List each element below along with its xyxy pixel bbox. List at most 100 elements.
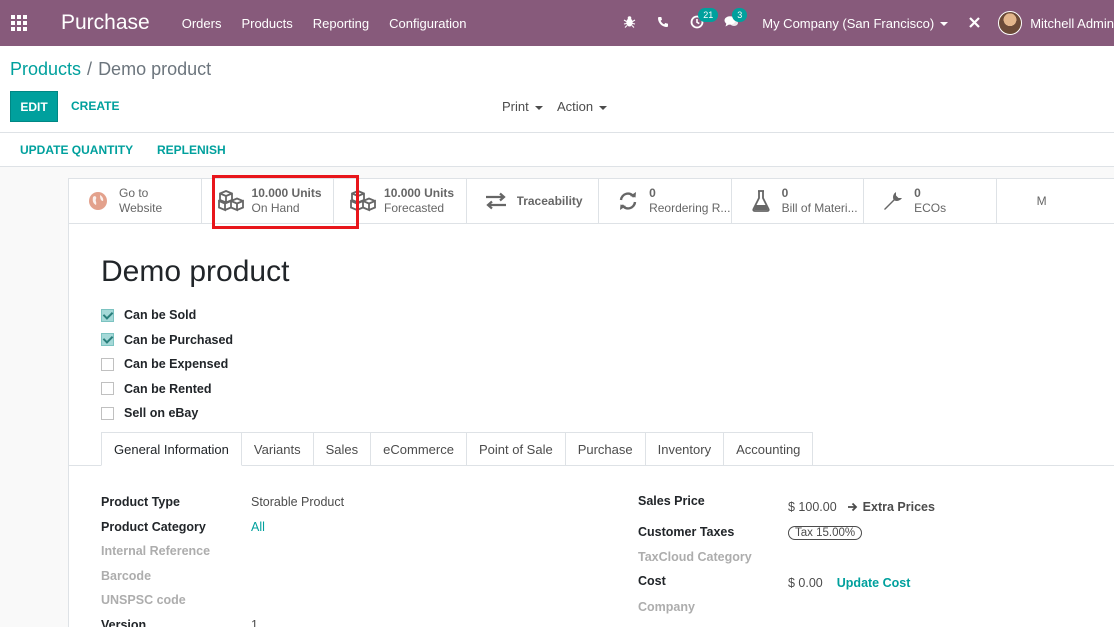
- breadcrumb-current: Demo product: [98, 59, 212, 79]
- bill-of-materials-label: Bill of Materi...: [781, 201, 858, 215]
- flask-icon: [746, 190, 776, 212]
- edit-button[interactable]: EDIT: [10, 91, 58, 122]
- forecasted-value: 10.000 Units: [384, 186, 455, 200]
- can-be-rented-checkbox[interactable]: [101, 382, 114, 396]
- can-be-purchased-checkbox[interactable]: [101, 333, 114, 347]
- replenish-button[interactable]: REPLENISH: [157, 143, 226, 157]
- tab-inventory[interactable]: Inventory: [645, 432, 725, 466]
- tab-general-information[interactable]: General Information: [101, 432, 242, 466]
- version-label: Version: [101, 617, 147, 627]
- breadcrumb-products-link[interactable]: Products: [10, 59, 81, 79]
- can-be-sold-checkbox[interactable]: [101, 308, 114, 322]
- exchange-icon: [481, 192, 511, 210]
- apps-menu-icon[interactable]: [0, 0, 38, 46]
- traceability-button[interactable]: Traceability: [467, 179, 600, 223]
- tab-sales[interactable]: Sales: [313, 432, 372, 466]
- company-name: My Company (San Francisco): [762, 15, 935, 31]
- barcode-label: Barcode: [101, 568, 152, 583]
- tab-point-of-sale[interactable]: Point of Sale: [466, 432, 566, 466]
- chevron-down-icon: [599, 105, 608, 110]
- extra-prices-label: Extra Prices: [862, 500, 935, 514]
- smart-button-label: Website: [119, 201, 163, 215]
- phone-icon[interactable]: [646, 15, 680, 31]
- go-to-website-button[interactable]: Go to Website: [69, 179, 202, 223]
- company-label: Company: [638, 600, 695, 614]
- more-button[interactable]: M: [997, 179, 1114, 223]
- control-panel: Products / Demo product EDIT CREATE Print …: [0, 46, 1114, 133]
- version-row: Version 1: [101, 618, 521, 627]
- general-info-right-column: Sales Price $ 100.00 Extra Prices Customer…: [638, 494, 1098, 625]
- tax-tag[interactable]: Tax 15.00%: [788, 526, 863, 540]
- arrow-right-icon: [847, 502, 857, 512]
- taxcloud-category-label: TaxCloud Category: [638, 549, 752, 564]
- customer-taxes-label: Customer Taxes: [638, 525, 735, 539]
- forecasted-button[interactable]: 10.000 Units Forecasted: [334, 179, 467, 223]
- wrench-icon: [878, 190, 908, 212]
- messages-icon[interactable]: 3: [714, 8, 748, 31]
- bug-icon[interactable]: [612, 15, 646, 31]
- unspsc-code-label: UNSPSC code: [101, 593, 186, 607]
- forecasted-label: Forecasted: [384, 201, 445, 215]
- cost-value: $ 0.00: [788, 576, 823, 590]
- create-button[interactable]: CREATE: [71, 99, 119, 113]
- product-options: Can be Sold Can be Purchased Can be Expe…: [101, 303, 233, 426]
- customer-taxes-row: Customer Taxes Tax 15.00%: [638, 525, 1098, 550]
- menu-products[interactable]: Products: [241, 16, 292, 31]
- print-dropdown[interactable]: Print: [502, 99, 543, 114]
- sell-on-ebay-label: Sell on eBay: [124, 406, 199, 421]
- product-type-label: Product Type: [101, 495, 180, 509]
- cubes-icon: [348, 190, 378, 212]
- can-be-expensed-checkbox[interactable]: [101, 357, 114, 371]
- internal-reference-row: Internal Reference: [101, 544, 521, 569]
- app-title[interactable]: Purchase: [61, 11, 150, 35]
- tab-ecommerce[interactable]: eCommerce: [371, 432, 467, 466]
- customer-taxes-field[interactable]: Tax 15.00%: [788, 525, 863, 540]
- avatar[interactable]: [998, 11, 1023, 35]
- reordering-rules-label: Reordering R...: [649, 201, 731, 215]
- sales-price-label: Sales Price: [638, 494, 705, 508]
- globe-icon: [83, 191, 113, 211]
- smart-button-box: Go to Website 10.000 Units On Hand 10.000 …: [69, 179, 1114, 224]
- product-type-select[interactable]: Storable Product: [251, 495, 344, 509]
- more-label: M: [1036, 193, 1047, 208]
- on-hand-label: On Hand: [251, 201, 300, 215]
- menu-reporting[interactable]: Reporting: [313, 16, 369, 31]
- sales-price-value[interactable]: $ 100.00: [788, 500, 837, 514]
- can-be-expensed-label: Can be Expensed: [124, 357, 229, 372]
- reordering-rules-button[interactable]: 0 Reordering R...: [599, 179, 732, 223]
- cubes-icon: [216, 190, 246, 212]
- internal-reference-label: Internal Reference: [101, 544, 211, 558]
- can-be-sold-row: Can be Sold: [101, 303, 233, 328]
- breadcrumb-separator: /: [87, 59, 93, 79]
- close-icon[interactable]: [960, 13, 988, 34]
- bill-of-materials-button[interactable]: 0 Bill of Materi...: [732, 179, 865, 223]
- product-category-row: Product Category All: [101, 520, 521, 545]
- can-be-expensed-row: Can be Expensed: [101, 352, 233, 377]
- sell-on-ebay-checkbox[interactable]: [101, 406, 114, 420]
- tab-accounting[interactable]: Accounting: [724, 432, 814, 466]
- activity-clock-icon[interactable]: 21: [680, 7, 719, 32]
- tab-purchase[interactable]: Purchase: [565, 432, 646, 466]
- menu-orders[interactable]: Orders: [182, 16, 222, 31]
- top-navbar: Purchase Orders Products Reporting Confi…: [0, 0, 1114, 46]
- update-cost-button[interactable]: Update Cost: [837, 576, 911, 590]
- action-label: Action: [557, 99, 594, 114]
- update-quantity-button[interactable]: UPDATE QUANTITY: [20, 143, 133, 157]
- product-category-label: Product Category: [101, 519, 206, 534]
- sales-price-value-wrap: $ 100.00 Extra Prices: [788, 500, 935, 514]
- on-hand-button[interactable]: 10.000 Units On Hand: [202, 179, 335, 223]
- user-name[interactable]: Mitchell Admin: [1030, 16, 1114, 31]
- tab-variants[interactable]: Variants: [241, 432, 314, 466]
- menu-configuration[interactable]: Configuration: [389, 16, 466, 31]
- company-row: Company: [638, 600, 1098, 625]
- can-be-rented-label: Can be Rented: [124, 381, 212, 396]
- reordering-rules-value: 0: [649, 186, 656, 200]
- extra-prices-button[interactable]: Extra Prices: [847, 500, 935, 514]
- company-switcher[interactable]: My Company (San Francisco): [762, 15, 949, 31]
- product-category-link[interactable]: All: [251, 520, 265, 534]
- refresh-icon: [613, 191, 643, 211]
- product-title[interactable]: Demo product: [101, 255, 289, 289]
- cost-value-wrap: $ 0.00 Update Cost: [788, 576, 910, 590]
- action-dropdown[interactable]: Action: [557, 99, 608, 114]
- ecos-button[interactable]: 0 ECOs: [864, 179, 997, 223]
